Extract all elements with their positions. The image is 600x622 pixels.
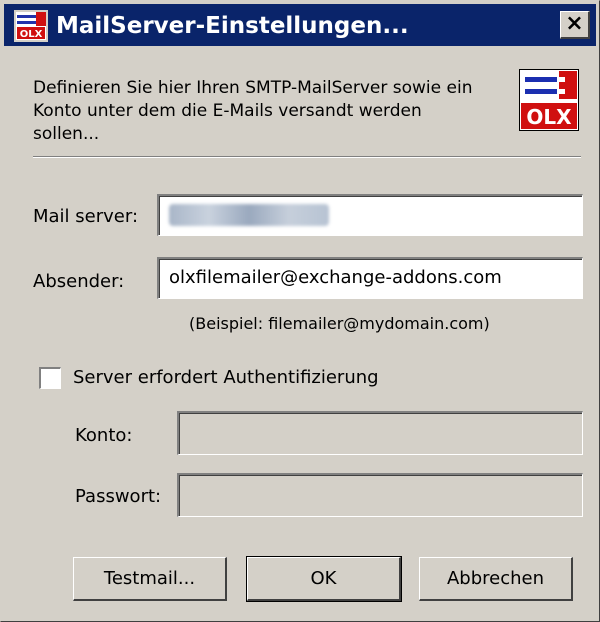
ok-button[interactable]: OK: [246, 556, 402, 602]
olx-app-icon: OLX: [14, 10, 48, 42]
olx-logo-icon: OLX: [519, 69, 579, 131]
separator: [33, 156, 581, 158]
redacted-value: [169, 204, 329, 226]
title-bar[interactable]: OLX MailServer-Einstellungen... ×: [4, 4, 596, 46]
mail-server-label: Mail server:: [33, 206, 139, 227]
auth-checkbox[interactable]: [39, 367, 61, 389]
mail-server-input[interactable]: [157, 194, 583, 236]
konto-label: Konto:: [75, 425, 133, 446]
absender-label: Absender:: [33, 271, 125, 292]
svg-text:OLX: OLX: [20, 29, 43, 40]
logo-text: OLX: [526, 105, 572, 129]
absender-input[interactable]: olxfilemailer@exchange-addons.com: [157, 257, 583, 299]
auth-checkbox-label[interactable]: Server erfordert Authentifizierung: [73, 367, 379, 388]
testmail-button[interactable]: Testmail...: [73, 557, 227, 601]
konto-input[interactable]: [177, 411, 583, 455]
close-icon: ×: [565, 11, 584, 36]
description-text: Definieren Sie hier Ihren SMTP-MailServe…: [33, 78, 473, 144]
mailserver-settings-dialog: OLX MailServer-Einstellungen... × Defini…: [0, 0, 600, 622]
example-hint: (Beispiel: filemailer@mydomain.com): [189, 314, 490, 333]
close-button[interactable]: ×: [560, 11, 590, 39]
window-title: MailServer-Einstellungen...: [56, 13, 409, 39]
cancel-button[interactable]: Abbrechen: [419, 557, 573, 601]
passwort-input[interactable]: [177, 473, 583, 517]
passwort-label: Passwort:: [75, 486, 162, 507]
